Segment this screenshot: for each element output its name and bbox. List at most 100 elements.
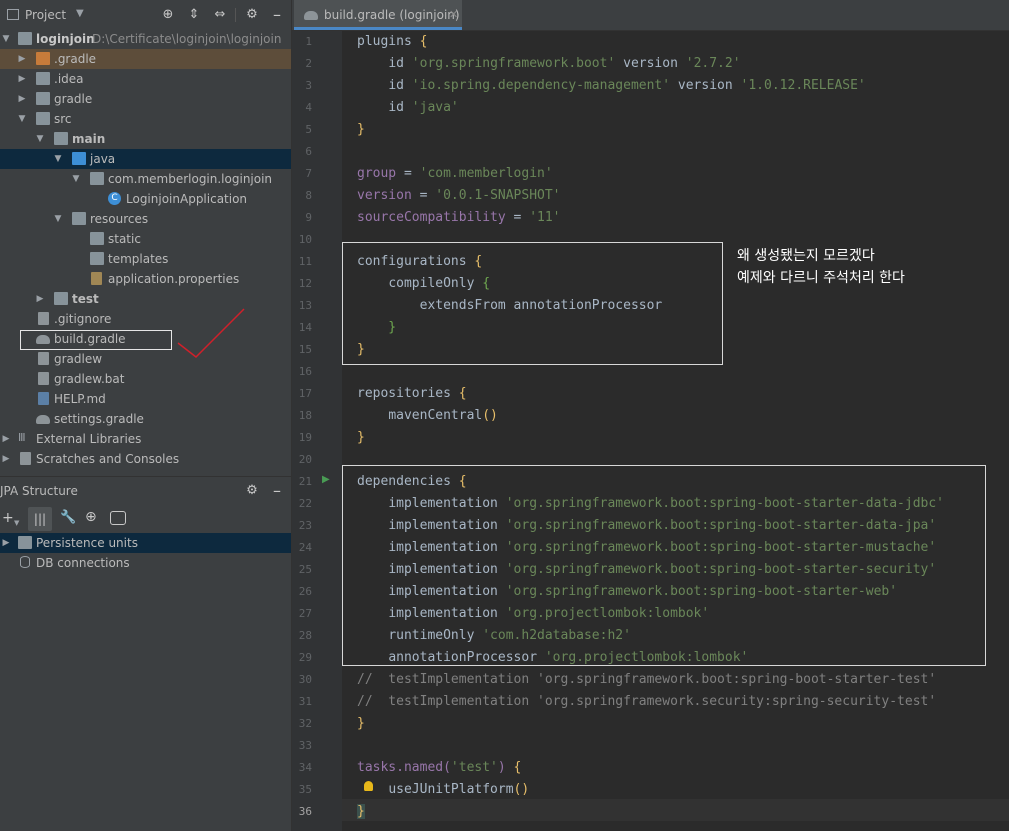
line-number: 1 (305, 35, 312, 48)
annotation-note-line2: 예제와 다르니 주석처리 한다 (737, 270, 905, 286)
code-line-11: configurations { (357, 251, 482, 273)
tree-item-external-libraries[interactable]: ▶ Ⅲ External Libraries (0, 429, 292, 449)
code-line-21: dependencies { (357, 471, 467, 493)
expand-all-icon[interactable]: ⇕ (185, 6, 203, 24)
tree-item-gradle[interactable]: ▶ gradle (0, 89, 292, 109)
tree-item-label: Scratches and Consoles (36, 452, 180, 466)
code-line-25: implementation 'org.springframework.boot… (357, 559, 936, 581)
code-line-22: implementation 'org.springframework.boot… (357, 493, 944, 515)
text-file-icon (38, 372, 49, 385)
gear-icon[interactable]: ⚙ (243, 482, 261, 500)
brace-open: { (458, 474, 467, 489)
close-icon[interactable]: ✕ (449, 0, 458, 30)
code-line-27: implementation 'org.projectlombok:lombok… (357, 603, 709, 625)
line-number: 17 (298, 387, 312, 400)
property-name: group (357, 166, 397, 181)
jpa-item-label: DB connections (36, 556, 130, 570)
collapse-all-icon[interactable]: ⇔ (211, 6, 229, 24)
chevron-right-icon[interactable]: ▶ (16, 89, 28, 109)
chevron-right-icon[interactable]: ▶ (0, 449, 12, 469)
line-number: 32 (298, 717, 312, 730)
add-icon[interactable]: + (2, 510, 14, 526)
chevron-down-icon[interactable]: ▼ (34, 129, 46, 149)
code-line-3: id 'io.spring.dependency-management' ver… (357, 75, 865, 97)
code-token: implementation (388, 562, 498, 577)
tree-item-resources[interactable]: ▼ resources (0, 209, 292, 229)
line-number: 18 (298, 409, 312, 422)
group-icon[interactable]: ||| (28, 507, 52, 531)
properties-file-icon (91, 272, 102, 285)
tree-item-package[interactable]: ▼ com.memberlogin.loginjoin (0, 169, 292, 189)
chevron-down-icon[interactable]: ▼ (16, 109, 28, 129)
library-icon: Ⅲ (18, 431, 26, 444)
jpa-item-persistence-units[interactable]: ▶ Persistence units (0, 533, 292, 553)
chevron-down-icon[interactable]: ▼ (0, 29, 12, 49)
tree-item-gradlew-bat[interactable]: gradlew.bat (0, 369, 292, 389)
gear-icon[interactable]: ⚙ (243, 6, 261, 24)
tree-item-help-md[interactable]: HELP.md (0, 389, 292, 409)
code-token: annotationProcessor (388, 650, 538, 665)
line-number: 9 (305, 211, 312, 224)
string-literal: '0.0.1-SNAPSHOT' (435, 188, 561, 203)
run-icon[interactable]: ▶ (322, 474, 330, 485)
minimize-icon[interactable]: – (268, 6, 286, 24)
tree-item-label: loginjoin (36, 32, 95, 46)
code-editor[interactable]: 1 2 3 4 5 6 7 8 9 10 11 12 13 14 15 16 17 18 19 20 21 22 23 24 2… (292, 31, 1009, 831)
tree-item-loginjoinapplication[interactable]: C LoginjoinApplication (0, 189, 292, 209)
code-line-28: runtimeOnly 'com.h2database:h2' (357, 625, 631, 647)
tree-item-label: .idea (54, 72, 84, 86)
tree-item-static[interactable]: static (0, 229, 292, 249)
tab-build-gradle[interactable]: build.gradle (loginjoin) ✕ (294, 0, 462, 30)
chevron-down-icon[interactable]: ▼ (52, 209, 64, 229)
tree-item-label: static (108, 232, 141, 246)
minimize-icon[interactable]: – (268, 482, 286, 500)
locate-icon[interactable]: ⊕ (159, 6, 177, 24)
resources-folder-icon (72, 212, 86, 225)
chevron-right-icon[interactable]: ▶ (16, 69, 28, 89)
tree-item-settings-gradle[interactable]: settings.gradle (0, 409, 292, 429)
database-icon (20, 556, 30, 568)
chevron-right-icon[interactable]: ▶ (0, 429, 12, 449)
tree-item-application-properties[interactable]: application.properties (0, 269, 292, 289)
tree-item-label: LoginjoinApplication (126, 192, 248, 206)
tree-item-templates[interactable]: templates (0, 249, 292, 269)
line-number: 27 (298, 607, 312, 620)
tree-item-idea[interactable]: ▶ .idea (0, 69, 292, 89)
tree-item-dot-gradle[interactable]: ▶ .gradle (0, 49, 292, 69)
tree-item-main[interactable]: ▼ main (0, 129, 292, 149)
package-icon (90, 172, 104, 185)
tree-item-label: gradlew.bat (54, 372, 125, 386)
gitignore-file-icon (38, 312, 49, 325)
chevron-down-icon[interactable]: ▼ (76, 8, 84, 19)
wrench-icon[interactable]: 🔧 (60, 510, 76, 525)
jpa-item-db-connections[interactable]: DB connections (0, 553, 292, 573)
chevron-down-icon[interactable]: ▼ (70, 169, 82, 189)
code-token: implementation (388, 584, 498, 599)
chevron-down-icon[interactable]: ▼ (52, 149, 64, 169)
jpa-panel-title[interactable]: JPA Structure (0, 484, 78, 498)
code-line-5: } (357, 122, 365, 137)
code-line-8: version = '0.0.1-SNAPSHOT' (357, 188, 561, 203)
tree-item-scratches[interactable]: ▶ Scratches and Consoles (0, 449, 292, 469)
chevron-down-icon[interactable]: ▼ (14, 519, 19, 527)
line-number: 2 (305, 57, 312, 70)
code-line-9: sourceCompatibility = '11' (357, 210, 561, 225)
tree-item-label: src (54, 112, 72, 126)
tree-item-loginjoin[interactable]: ▼ loginjoin D:\Certificate\loginjoin\log… (0, 29, 292, 49)
chevron-right-icon[interactable]: ▶ (16, 49, 28, 69)
brace-open: { (513, 760, 522, 775)
line-number: 15 (298, 343, 312, 356)
chevron-right-icon[interactable]: ▶ (0, 533, 12, 553)
string-literal: 'io.spring.dependency-management' (411, 78, 671, 93)
locate-icon[interactable]: ⊕ (85, 509, 97, 525)
chevron-right-icon[interactable]: ▶ (34, 289, 46, 309)
project-panel-title[interactable]: Project (25, 8, 66, 22)
code-line-29: annotationProcessor 'org.projectlombok:l… (357, 647, 748, 669)
tree-item-src[interactable]: ▼ src (0, 109, 292, 129)
line-number: 14 (298, 321, 312, 334)
preview-icon[interactable] (110, 511, 126, 525)
string-literal: 'org.projectlombok:lombok' (544, 650, 749, 665)
tree-item-java[interactable]: ▼ java (0, 149, 292, 169)
code-token: configurations (357, 254, 467, 269)
tree-item-label: HELP.md (54, 392, 106, 406)
